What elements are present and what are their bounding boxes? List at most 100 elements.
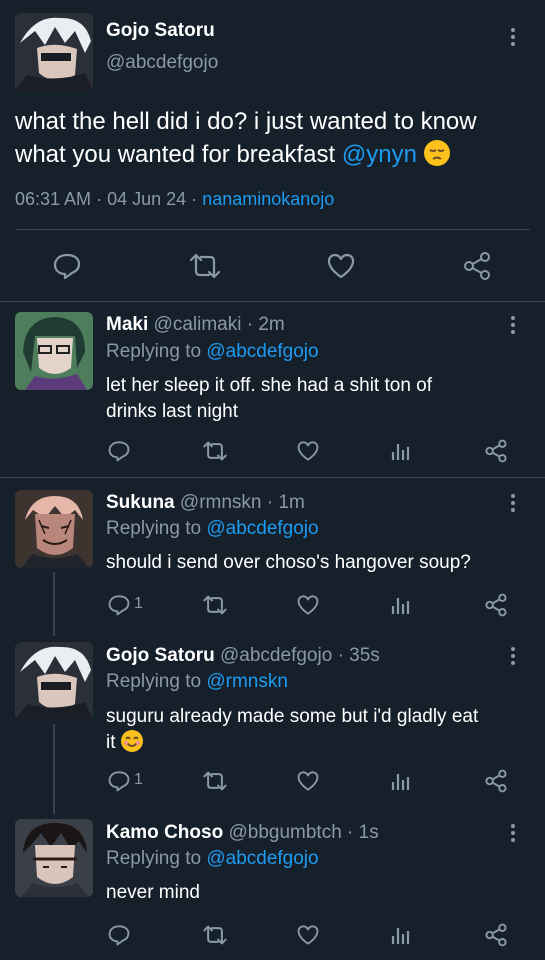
reply-age: 1m <box>278 492 305 513</box>
pensive-emoji-icon <box>423 140 450 166</box>
avatar-image <box>15 13 93 91</box>
main-author-handle[interactable]: @abcdefgojo <box>106 52 218 74</box>
reply-author-handle[interactable]: @bbgumbtch <box>228 822 341 843</box>
reply-text-line1: let her sleep it off. she had a shit ton… <box>106 375 433 396</box>
smiling-emoji-icon <box>120 730 143 752</box>
replying-label: Replying to <box>106 848 202 869</box>
reply-text-line2: drinks last night <box>106 401 239 422</box>
analytics-icon[interactable] <box>391 924 411 946</box>
tweet-time: 06:31 AM <box>15 189 92 209</box>
reply-header: Gojo Satoru @abcdefgojo · 35s <box>106 645 380 667</box>
replying-to-link[interactable]: @abcdefgojo <box>206 848 318 869</box>
avatar-choso[interactable] <box>15 819 93 897</box>
reply-count: 1 <box>134 771 143 788</box>
more-options-icon[interactable] <box>510 494 516 516</box>
avatar-image <box>15 642 93 720</box>
avatar-gojo[interactable] <box>15 13 93 91</box>
reply-icon[interactable] <box>107 770 131 792</box>
tweet-date: 04 Jun 24 <box>107 189 187 209</box>
like-icon[interactable] <box>296 924 320 946</box>
replying-label: Replying to <box>106 341 202 362</box>
reply-icon[interactable] <box>52 252 82 280</box>
replying-to: Replying to @rmnskn <box>106 671 288 693</box>
meta-separator: · <box>191 189 198 209</box>
avatar-image <box>15 490 93 568</box>
reply-text: never mind <box>106 880 200 906</box>
replying-to-link[interactable]: @abcdefgojo <box>206 518 318 539</box>
reply-text: let her sleep it off. she had a shit ton… <box>106 373 432 425</box>
like-icon[interactable] <box>296 440 320 462</box>
reply-text: should i send over choso's hangover soup… <box>106 550 471 576</box>
retweet-icon[interactable] <box>202 924 228 946</box>
thread-line <box>53 724 55 814</box>
divider <box>15 229 530 230</box>
like-icon[interactable] <box>296 594 320 616</box>
more-options-icon[interactable] <box>510 824 516 846</box>
main-tweet-text: what the hell did i do? i just wanted to… <box>15 105 477 171</box>
reply-text-line1: suguru already made some but i'd gladly … <box>106 706 479 727</box>
meta-separator: · <box>96 189 103 209</box>
main-tweet-line1: what the hell did i do? i just wanted to… <box>15 108 477 135</box>
tweet-client-link[interactable]: nanaminokanojo <box>202 189 334 209</box>
meta-separator: · <box>246 314 254 335</box>
replying-to: Replying to @abcdefgojo <box>106 518 319 540</box>
main-author-name[interactable]: Gojo Satoru <box>106 20 215 42</box>
analytics-icon[interactable] <box>391 594 411 616</box>
reply-author-name[interactable]: Maki <box>106 314 148 335</box>
reply-author-handle[interactable]: @calimaki <box>154 314 242 335</box>
meta-separator: · <box>347 822 354 843</box>
reply-text: suguru already made some but i'd gladly … <box>106 704 478 756</box>
reply-icon[interactable] <box>107 924 131 946</box>
mention-link[interactable]: @ynyn <box>342 141 417 168</box>
analytics-icon[interactable] <box>391 770 411 792</box>
reply-author-name[interactable]: Sukuna <box>106 492 175 513</box>
avatar-maki[interactable] <box>15 312 93 390</box>
avatar-gojo[interactable] <box>15 642 93 720</box>
reply-header: Maki @calimaki · 2m <box>106 314 285 336</box>
reply-icon[interactable] <box>107 594 131 616</box>
replying-to: Replying to @abcdefgojo <box>106 848 319 870</box>
retweet-icon[interactable] <box>188 252 222 280</box>
tweet-meta: 06:31 AM · 04 Jun 24 · nanaminokanojo <box>15 189 334 210</box>
reply-text-line1: never mind <box>106 882 200 903</box>
divider <box>0 301 545 302</box>
reply-icon[interactable] <box>107 440 131 462</box>
reply-text-line2: it <box>106 732 116 753</box>
replying-label: Replying to <box>106 518 202 539</box>
avatar-image <box>15 819 93 897</box>
share-icon[interactable] <box>484 593 508 617</box>
share-icon[interactable] <box>484 923 508 947</box>
reply-text-line1: should i send over choso's hangover soup… <box>106 552 471 573</box>
replying-to-link[interactable]: @abcdefgojo <box>206 341 318 362</box>
retweet-icon[interactable] <box>202 440 228 462</box>
reply-author-handle[interactable]: @abcdefgojo <box>220 645 332 666</box>
avatar-image <box>15 312 93 390</box>
meta-separator: · <box>337 645 344 666</box>
more-options-icon[interactable] <box>510 647 516 669</box>
retweet-icon[interactable] <box>202 594 228 616</box>
more-options-icon[interactable] <box>510 28 516 50</box>
meta-separator: · <box>266 492 274 513</box>
thread-line <box>53 572 55 636</box>
retweet-icon[interactable] <box>202 770 228 792</box>
share-icon[interactable] <box>484 439 508 463</box>
like-icon[interactable] <box>326 252 356 280</box>
replying-label: Replying to <box>106 671 202 692</box>
more-options-icon[interactable] <box>510 316 516 338</box>
reply-count: 1 <box>134 595 143 612</box>
reply-header: Kamo Choso @bbgumbtch · 1s <box>106 822 379 844</box>
like-icon[interactable] <box>296 770 320 792</box>
reply-author-handle[interactable]: @rmnskn <box>180 492 262 513</box>
analytics-icon[interactable] <box>391 440 411 462</box>
share-icon[interactable] <box>484 769 508 793</box>
reply-age: 1s <box>358 822 379 843</box>
replying-to-link[interactable]: @rmnskn <box>206 671 288 692</box>
reply-age: 35s <box>349 645 380 666</box>
share-icon[interactable] <box>462 251 492 281</box>
avatar-sukuna[interactable] <box>15 490 93 568</box>
replying-to: Replying to @abcdefgojo <box>106 341 319 363</box>
reply-author-name[interactable]: Kamo Choso <box>106 822 223 843</box>
reply-header: Sukuna @rmnskn · 1m <box>106 492 305 514</box>
reply-age: 2m <box>258 314 285 335</box>
reply-author-name[interactable]: Gojo Satoru <box>106 645 215 666</box>
